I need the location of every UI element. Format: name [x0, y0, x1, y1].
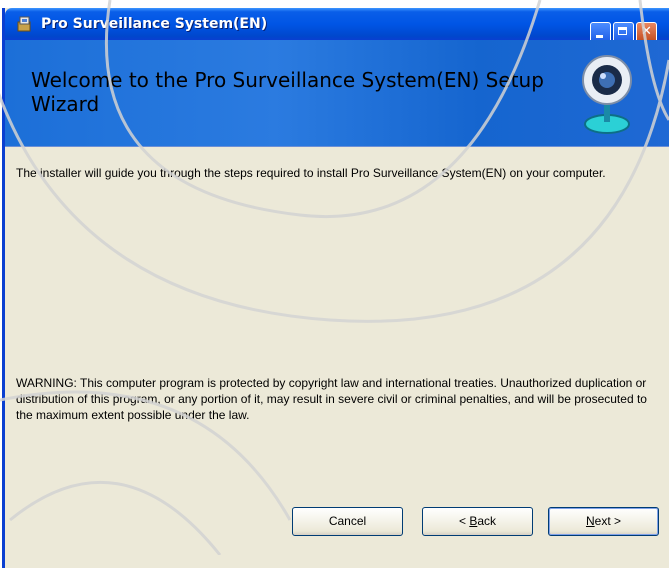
cancel-button[interactable]: Cancel [292, 507, 403, 536]
next-accelerator: N [585, 514, 595, 528]
banner-title: Welcome to the Pro Surveillance System(E… [31, 68, 544, 116]
setup-wizard-window: Pro Surveillance System(EN) Welcome to t… [2, 8, 669, 568]
installer-icon [17, 16, 31, 32]
back-prefix: < [458, 514, 470, 528]
title-bar[interactable]: Pro Surveillance System(EN) [5, 8, 669, 43]
window-title: Pro Surveillance System(EN) [41, 16, 268, 32]
wizard-content: The installer will guide you through the… [5, 147, 669, 492]
wizard-banner: Welcome to the Pro Surveillance System(E… [5, 40, 669, 147]
back-label-rest: ack [477, 514, 497, 528]
webcam-icon [582, 55, 632, 134]
copyright-warning: WARNING: This computer program is protec… [16, 376, 647, 422]
next-label-rest: ext > [594, 514, 622, 528]
back-button[interactable]: < Back [422, 507, 533, 536]
intro-text: The installer will guide you through the… [16, 166, 606, 180]
next-button[interactable]: Next > [548, 507, 659, 536]
